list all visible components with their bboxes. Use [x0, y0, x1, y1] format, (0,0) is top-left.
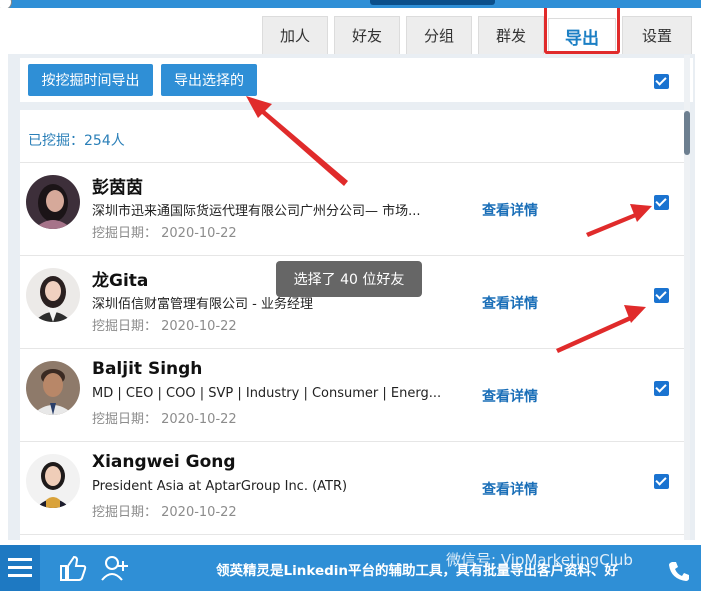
contact-name: 彭茵茵	[92, 178, 143, 198]
tab-bulk-message[interactable]: 群发	[478, 16, 544, 54]
contact-checkbox[interactable]	[654, 381, 669, 396]
export-toolbar: 按挖掘时间导出 导出选择的	[20, 58, 693, 102]
tab-bar: 加人 好友 分组 群发 导出 设置	[0, 8, 701, 54]
mined-count: 已挖掘：254人	[28, 133, 125, 149]
avatar[interactable]	[26, 454, 80, 508]
view-details-link[interactable]: 查看详情	[482, 293, 538, 313]
avatar[interactable]	[26, 268, 80, 322]
avatar[interactable]	[26, 175, 80, 229]
thumbs-up-icon[interactable]	[58, 554, 88, 582]
phone-icon[interactable]	[668, 559, 692, 583]
hamburger-menu-icon	[8, 558, 32, 577]
tab-add-people[interactable]: 加人	[262, 16, 328, 54]
contact-name: 龙Gita	[92, 271, 149, 291]
contact-checkbox[interactable]	[654, 195, 669, 210]
tab-settings[interactable]: 设置	[622, 16, 692, 54]
contact-checkbox[interactable]	[654, 288, 669, 303]
contact-description: MD | CEO | COO | SVP | Industry | Consum…	[92, 386, 442, 401]
contact-name: Xiangwei Gong	[92, 452, 236, 472]
tab-friends[interactable]: 好友	[334, 16, 400, 54]
window-top-strip	[0, 0, 701, 10]
top-handle	[370, 0, 495, 5]
tab-export-highlight	[544, 8, 620, 54]
contact-date: 挖掘日期： 2020-10-22	[92, 226, 237, 241]
export-selected-button[interactable]: 导出选择的	[161, 64, 257, 96]
menu-button[interactable]	[0, 545, 40, 591]
select-all-checkbox[interactable]	[654, 74, 669, 89]
contact-date: 挖掘日期： 2020-10-22	[92, 505, 237, 520]
view-details-link[interactable]: 查看详情	[482, 200, 538, 220]
bottom-bar: 领英精灵是Linkedin平台的辅助工具，具有批量导出客户资料、好 微信号: V…	[0, 545, 701, 591]
view-details-link[interactable]: 查看详情	[482, 386, 538, 406]
contact-name: Baljit Singh	[92, 359, 203, 379]
selection-count-tooltip: 选择了 40 位好友	[276, 261, 422, 297]
contact-checkbox[interactable]	[654, 474, 669, 489]
tab-groups[interactable]: 分组	[406, 16, 472, 54]
view-details-link[interactable]: 查看详情	[482, 479, 538, 499]
export-panel: 按挖掘时间导出 导出选择的 已挖掘：254人 彭茵茵 深圳市迅来通国际货运代理有…	[8, 54, 695, 540]
contact-row[interactable]: Xiangwei Gong President Asia at AptarGro…	[20, 442, 685, 535]
contact-date: 挖掘日期： 2020-10-22	[92, 412, 237, 427]
export-by-time-button[interactable]: 按挖掘时间导出	[28, 64, 153, 96]
contact-description: President Asia at AptarGroup Inc. (ATR)	[92, 479, 348, 494]
add-friend-icon[interactable]	[101, 555, 131, 581]
contact-date: 挖掘日期： 2020-10-22	[92, 319, 237, 334]
wechat-watermark: 微信号: VipMarketingClub	[446, 551, 633, 569]
contact-row[interactable]: 彭茵茵 深圳市迅来通国际货运代理有限公司广州分公司— 市场... 挖掘日期： 2…	[20, 163, 685, 256]
avatar[interactable]	[26, 361, 80, 415]
scrollbar-thumb[interactable]	[684, 111, 690, 155]
list-scrollbar[interactable]	[684, 55, 690, 540]
contact-row[interactable]: Baljit Singh MD | CEO | COO | SVP | Indu…	[20, 349, 685, 442]
contact-list: 已挖掘：254人 彭茵茵 深圳市迅来通国际货运代理有限公司广州分公司— 市场..…	[20, 110, 685, 540]
contact-description: 深圳市迅来通国际货运代理有限公司广州分公司— 市场...	[92, 204, 421, 219]
